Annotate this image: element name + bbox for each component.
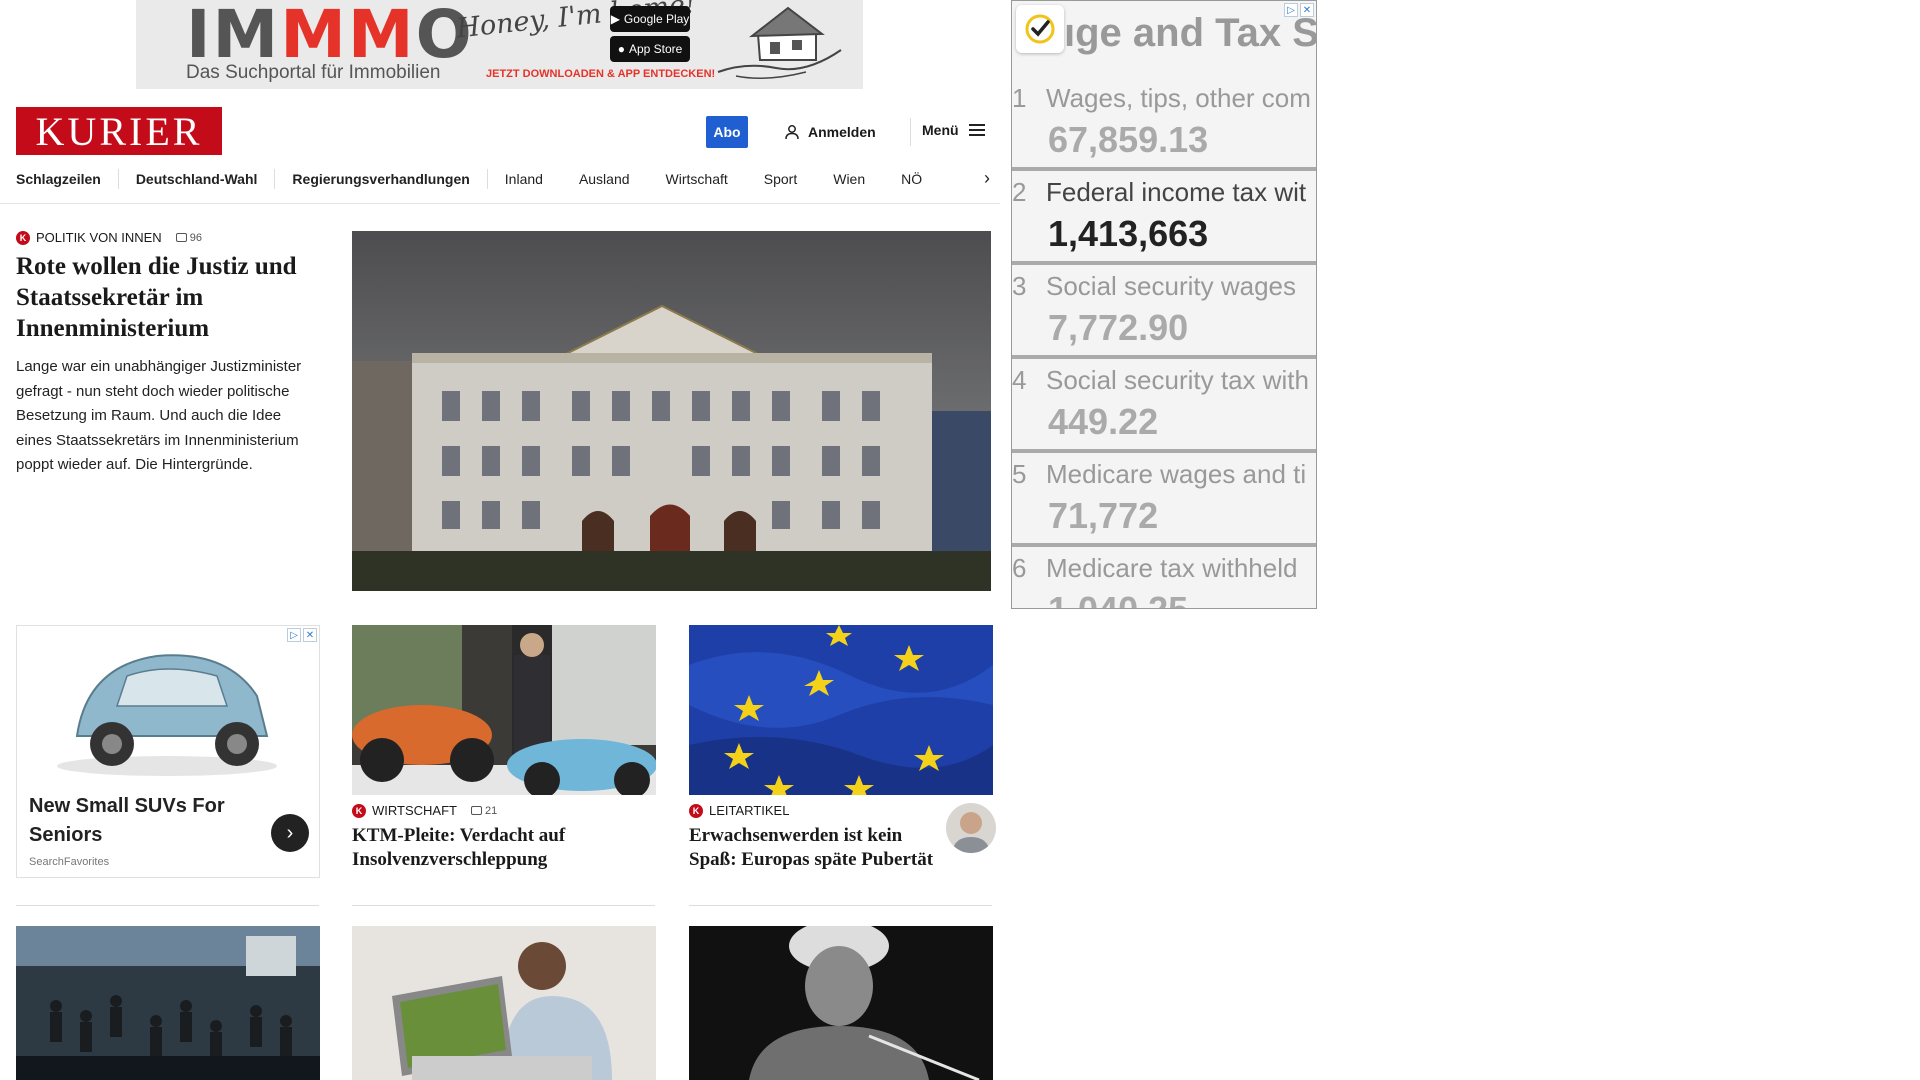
w2-row: 3 Social security wages 7,772.90 xyxy=(1012,265,1316,359)
close-icon[interactable]: ✕ xyxy=(303,628,317,642)
login-button[interactable]: Anmelden xyxy=(784,122,876,142)
row-divider xyxy=(352,905,655,906)
row-divider xyxy=(689,905,992,906)
menu-label: Menü xyxy=(922,122,959,138)
hamburger-icon xyxy=(968,124,985,136)
checkmark-icon xyxy=(1016,5,1064,53)
apple-icon: ● xyxy=(617,42,625,56)
airport-card-image[interactable] xyxy=(16,926,320,1080)
w2-row: 2 Federal income tax wit 1,413,663 xyxy=(1012,171,1316,265)
section-nav: Schlagzeilen Deutschland-Wahl Regierungs… xyxy=(16,168,990,190)
ad-choices[interactable]: ▷ ✕ xyxy=(1284,3,1314,17)
ad-title[interactable]: New Small SUVs For Seniors xyxy=(29,792,249,850)
comment-count[interactable]: 96 xyxy=(175,232,202,244)
ad-tagline: Das Suchportal für Immobilien xyxy=(186,62,441,83)
kurier-k-icon: K xyxy=(689,803,703,818)
kurier-logo[interactable]: KURIER xyxy=(16,107,222,155)
lead-teaser: Lange war ein unabhängiger Justizministe… xyxy=(16,358,302,473)
nav-item-sport[interactable]: Sport xyxy=(764,171,797,187)
ad-cta: JETZT DOWNLOADEN & APP ENTDECKEN! xyxy=(486,68,716,80)
header-divider xyxy=(910,118,911,146)
lead-headline[interactable]: Rote wollen die Justiz und Staatssekretä… xyxy=(16,251,316,344)
w2-ad-header: ıge and Tax S xyxy=(1064,11,1317,55)
card-kicker-wirtschaft: K WIRTSCHAFT 21 xyxy=(352,803,497,818)
nav-divider-line xyxy=(0,203,1000,204)
nav-item-regierungsverhandlungen[interactable]: Regierungsverhandlungen xyxy=(292,171,469,187)
ad-source: SearchFavorites xyxy=(29,856,110,868)
app-store-badge[interactable]: ● App Store xyxy=(610,36,690,62)
laptop-card-image[interactable] xyxy=(352,926,656,1080)
lead-kicker: K POLITIK VON INNEN 96 xyxy=(16,230,202,245)
row-divider xyxy=(16,905,319,906)
immmo-logo: IMMMO xyxy=(186,0,474,73)
nav-divider xyxy=(486,169,488,189)
w2-row: 4 Social security tax with 449.22 xyxy=(1012,359,1316,453)
close-icon[interactable]: ✕ xyxy=(1300,3,1314,17)
nav-item-deutschland-wahl[interactable]: Deutschland-Wahl xyxy=(136,171,258,187)
card-headline-ktm[interactable]: KTM-Pleite: Verdacht auf Insolvenzversch… xyxy=(352,824,642,872)
nav-item-noe[interactable]: NÖ xyxy=(901,171,922,187)
abo-button[interactable]: Abo xyxy=(706,116,748,148)
nav-item-inland[interactable]: Inland xyxy=(505,171,543,187)
kurier-k-icon: K xyxy=(16,230,30,245)
comment-count[interactable]: 21 xyxy=(470,805,497,817)
nav-divider xyxy=(117,169,119,189)
nav-item-wien[interactable]: Wien xyxy=(833,171,865,187)
nav-item-ausland[interactable]: Ausland xyxy=(579,171,630,187)
user-icon xyxy=(785,125,799,140)
top-banner-ad[interactable]: IMMMO Das Suchportal für Immobilien Hone… xyxy=(136,0,863,89)
w2-row: 6 Medicare tax withheld 1,040.25 xyxy=(1012,553,1298,608)
ad-image xyxy=(17,626,319,786)
w2-row: 1 Wages, tips, other com 67,859.13 xyxy=(1012,77,1316,171)
w2-tax-ad[interactable]: ıge and Tax S ▷ ✕ 1 Wages, tips, other c… xyxy=(1011,0,1317,609)
login-label: Anmelden xyxy=(808,124,876,140)
ad-choices[interactable]: ▷ ✕ xyxy=(287,628,317,642)
kurier-k-icon: K xyxy=(352,803,366,818)
sponsored-ad-card[interactable]: ▷ ✕ New Small SUVs For Seniors SearchFav… xyxy=(16,625,320,878)
portrait-card-image[interactable] xyxy=(689,926,993,1080)
comment-icon xyxy=(175,233,187,242)
card-kicker-leitartikel: K LEITARTIKEL xyxy=(689,803,789,818)
ad-info-icon[interactable]: ▷ xyxy=(287,628,301,642)
google-play-icon: ▶ xyxy=(610,12,620,26)
author-avatar[interactable] xyxy=(946,803,996,853)
w2-row: 5 Medicare wages and ti 71,772 xyxy=(1012,453,1316,547)
chevron-right-icon[interactable]: › xyxy=(271,814,309,852)
ktm-card-image[interactable] xyxy=(352,625,656,795)
nav-item-wirtschaft[interactable]: Wirtschaft xyxy=(666,171,728,187)
comment-icon xyxy=(470,806,482,815)
lead-kicker-label: POLITIK VON INNEN xyxy=(36,230,162,245)
eu-flag-card-image[interactable] xyxy=(689,625,993,795)
lead-image[interactable] xyxy=(352,231,991,591)
house-hand-icon xyxy=(717,6,842,79)
card-headline-europa[interactable]: Erwachsenwerden ist kein Spaß: Europas s… xyxy=(689,824,939,872)
google-play-badge[interactable]: ▶ Google Play xyxy=(610,6,690,32)
nav-divider xyxy=(274,169,276,189)
nav-item-schlagzeilen[interactable]: Schlagzeilen xyxy=(16,171,101,187)
menu-button[interactable]: Menü xyxy=(922,122,985,138)
chevron-right-icon[interactable]: › xyxy=(984,168,990,189)
ad-info-icon[interactable]: ▷ xyxy=(1284,3,1298,17)
